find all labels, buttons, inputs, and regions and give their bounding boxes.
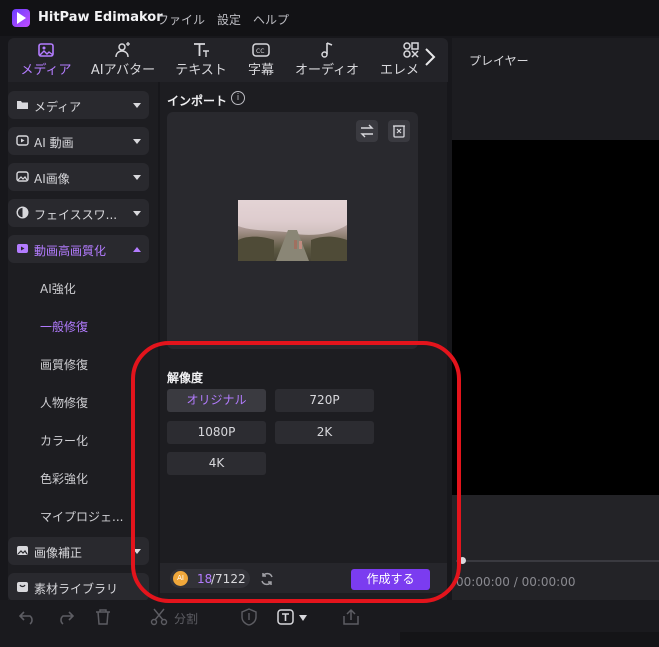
sidebar-item-ai-image[interactable]: AI画像 <box>8 163 149 191</box>
chevron-down-icon <box>133 103 141 108</box>
sidebar-item-label: 動画高画質化 <box>34 244 107 258</box>
red-highlight-outline <box>131 341 461 603</box>
player-screen[interactable] <box>452 140 659 495</box>
info-icon[interactable]: i <box>231 91 245 105</box>
tab-element-label: エレメ <box>380 63 420 78</box>
import-title: インポート <box>167 94 228 108</box>
ai-avatar-icon <box>115 42 130 58</box>
video-thumbnail[interactable] <box>238 200 347 261</box>
sidebar-subitem-colorize[interactable]: カラー化 <box>40 432 88 449</box>
text-icon <box>194 43 209 57</box>
tab-media[interactable]: メディア <box>14 38 78 82</box>
split-label[interactable]: 分割 <box>174 610 198 627</box>
tab-audio[interactable]: オーディオ <box>290 38 364 82</box>
chevron-right-icon[interactable] <box>424 47 436 67</box>
image-correct-icon <box>17 546 28 555</box>
sidebar-item-media[interactable]: メディア <box>8 91 149 119</box>
sidebar-item-label: メディア <box>34 100 82 114</box>
scissors-icon[interactable] <box>150 608 168 626</box>
sidebar-item-library[interactable]: 素材ライブラリ <box>8 573 149 601</box>
sidebar-item-ai-video[interactable]: AI 動画 <box>8 127 149 155</box>
sidebar-item-label: AI画像 <box>34 172 70 186</box>
tab-audio-label: オーディオ <box>294 63 360 78</box>
sidebar-subitem-general-repair[interactable]: 一般修復 <box>40 318 88 335</box>
player-title: プレイヤー <box>469 54 529 68</box>
media-icon <box>38 43 54 57</box>
undo-icon[interactable] <box>19 608 37 626</box>
sidebar-item-label: フェイススワ... <box>34 208 118 222</box>
redo-icon[interactable] <box>56 608 74 626</box>
app-logo-icon <box>12 9 30 27</box>
menu-settings[interactable]: 設定 <box>217 11 241 28</box>
sidebar-subitem-quality-repair[interactable]: 画質修復 <box>40 356 88 373</box>
text-insert-icon[interactable] <box>277 608 295 626</box>
sidebar-item-label: 素材ライブラリ <box>34 582 119 596</box>
caret-down-icon[interactable] <box>299 615 307 621</box>
tab-ai-avatar-label: AIアバター <box>90 63 156 78</box>
chevron-down-icon <box>133 175 141 180</box>
tab-subtitle[interactable]: CC 字幕 <box>240 38 282 82</box>
sidebar-subitem-ai-enhance[interactable]: AI強化 <box>40 280 76 297</box>
ai-video-icon <box>16 135 29 146</box>
sidebar-item-label: AI 動画 <box>34 136 74 150</box>
menu-help[interactable]: ヘルプ <box>253 11 289 28</box>
tab-text[interactable]: テキスト <box>170 38 232 82</box>
sidebar-item-face-swap[interactable]: フェイススワ... <box>8 199 149 227</box>
chevron-down-icon <box>133 211 141 216</box>
sidebar-subitem-my-projects[interactable]: マイプロジェ... <box>40 508 123 525</box>
trash-icon[interactable] <box>94 608 112 626</box>
tab-media-label: メディア <box>20 63 72 78</box>
app-name: HitPaw Edimakor <box>38 10 163 25</box>
timeline-area[interactable] <box>400 632 659 647</box>
shield-icon[interactable] <box>240 608 258 626</box>
library-icon <box>17 582 28 592</box>
ai-image-icon <box>16 171 29 182</box>
chevron-down-icon <box>133 139 141 144</box>
svg-text:CC: CC <box>256 48 264 55</box>
player-time: 00:00:00 / 00:00:00 <box>456 575 576 589</box>
tab-text-label: テキスト <box>175 63 227 78</box>
cherry-blossom-image <box>238 200 347 261</box>
swap-icon <box>360 124 374 138</box>
export-icon[interactable] <box>342 608 360 626</box>
tab-subtitle-label: 字幕 <box>247 63 274 78</box>
menu-file[interactable]: ファイル <box>157 11 205 28</box>
video-enhance-icon <box>17 244 28 253</box>
sidebar-subitem-portrait-repair[interactable]: 人物修復 <box>40 394 88 411</box>
tab-ai-avatar[interactable]: AIアバター <box>86 38 160 82</box>
player-scrubber[interactable] <box>456 560 659 562</box>
delete-button[interactable] <box>388 120 410 142</box>
subtitle-icon: CC <box>252 43 270 57</box>
folder-icon <box>17 101 28 109</box>
sidebar-item-image-correct[interactable]: 画像補正 <box>8 537 149 565</box>
delete-icon <box>393 125 405 138</box>
audio-icon <box>321 42 333 58</box>
chevron-up-icon <box>133 247 141 252</box>
sidebar-item-video-enhance[interactable]: 動画高画質化 <box>8 235 149 263</box>
sidebar-subitem-color-enhance[interactable]: 色彩強化 <box>40 470 88 487</box>
sidebar-item-label: 画像補正 <box>34 546 83 560</box>
element-icon <box>403 42 419 58</box>
replace-button[interactable] <box>356 120 378 142</box>
face-swap-icon <box>16 206 29 219</box>
tab-element[interactable]: エレメ <box>374 38 428 82</box>
